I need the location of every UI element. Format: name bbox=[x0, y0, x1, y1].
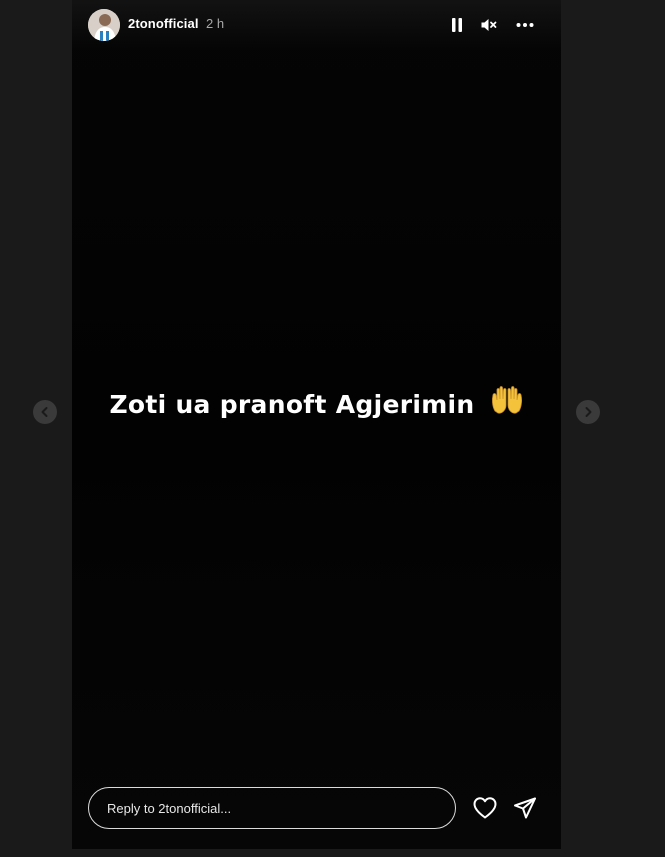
chevron-right-icon bbox=[585, 407, 592, 417]
story-viewer-page: 2tonofficial 2 h Zoti ua pranoft Agjerim… bbox=[0, 0, 665, 857]
story-timestamp: 2 h bbox=[206, 16, 225, 31]
mute-button[interactable] bbox=[478, 14, 500, 36]
previous-story-button[interactable] bbox=[33, 400, 57, 424]
raised-hands-icon bbox=[490, 385, 524, 421]
chevron-left-icon bbox=[41, 407, 48, 417]
pause-button[interactable] bbox=[446, 14, 468, 36]
heart-icon bbox=[473, 797, 497, 819]
next-story-button[interactable] bbox=[576, 400, 600, 424]
avatar-image bbox=[88, 9, 120, 41]
story-username[interactable]: 2tonofficial bbox=[128, 16, 199, 31]
reply-input[interactable] bbox=[88, 787, 456, 829]
muted-speaker-icon bbox=[481, 19, 497, 31]
story-caption-text: Zoti ua pranoft Agjerimin bbox=[109, 390, 475, 419]
paper-plane-icon bbox=[514, 797, 536, 819]
pause-icon bbox=[452, 18, 462, 32]
story-caption: Zoti ua pranoft Agjerimin bbox=[72, 385, 561, 424]
like-button[interactable] bbox=[472, 795, 498, 821]
more-options-icon bbox=[516, 23, 534, 27]
more-options-button[interactable] bbox=[514, 14, 536, 36]
avatar[interactable] bbox=[88, 9, 120, 41]
share-button[interactable] bbox=[512, 795, 538, 821]
story-header: 2tonofficial 2 h bbox=[72, 0, 561, 50]
story-frame[interactable]: 2tonofficial 2 h Zoti ua pranoft Agjerim… bbox=[72, 0, 561, 849]
